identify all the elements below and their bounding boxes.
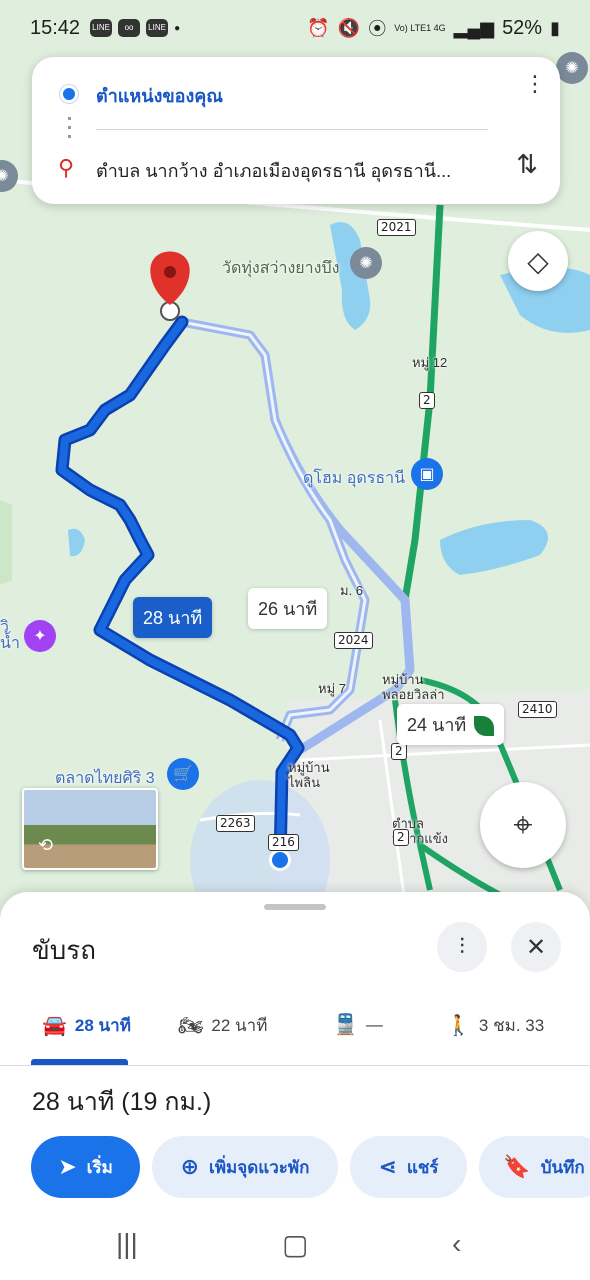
route-tag-alt1[interactable]: 26 นาที <box>248 588 328 629</box>
close-icon: ✕ <box>525 933 547 961</box>
divider <box>96 129 488 130</box>
road-shield: 2 <box>391 743 407 760</box>
road-shield: 2021 <box>377 219 416 236</box>
route-tag-primary[interactable]: 28 นาที <box>133 597 213 638</box>
notification-icons: LINE oo LINE ● <box>90 19 180 37</box>
add-stop-label: เพิ่มจุดแวะพัก <box>209 1157 310 1177</box>
tab-drive-label: 28 นาที <box>74 1016 131 1035</box>
add-stop-icon: ⊕ <box>180 1154 200 1179</box>
bookmark-icon: 🔖 <box>503 1154 531 1179</box>
layers-icon: ◇ <box>527 245 549 277</box>
tab-transit[interactable]: 🚆 — <box>333 1012 383 1037</box>
voicemail-icon: oo <box>118 19 141 37</box>
transit-icon: 🚆 <box>333 1014 358 1036</box>
rotate-360-icon: ⟲ <box>38 835 54 855</box>
location-icon: ⦿ <box>368 19 387 39</box>
navigate-icon: ➤ <box>58 1154 77 1179</box>
map-label-dhome[interactable]: ดูโฮม อุดรธานี <box>303 466 405 491</box>
start-button[interactable]: ➤ เริ่ม <box>31 1136 140 1198</box>
tab-drive[interactable]: 🚘 28 นาที <box>42 1012 131 1039</box>
line-app-icon: LINE <box>146 19 169 37</box>
road-shield: 2 <box>419 392 435 409</box>
motorcycle-icon: 🏍 <box>178 1015 204 1037</box>
share-label: แชร์ <box>406 1157 439 1177</box>
temple-icon[interactable]: ✺ <box>350 247 382 279</box>
drag-handle[interactable] <box>264 904 326 910</box>
shopping-bag-icon[interactable]: ▣ <box>411 458 443 490</box>
close-button[interactable]: ✕ <box>511 922 561 972</box>
road-shield: 216 <box>268 834 299 851</box>
home-button[interactable]: ▢ <box>282 1228 308 1261</box>
line-app-icon: LINE <box>90 19 113 37</box>
car-icon: 🚘 <box>42 1015 67 1037</box>
route-dots <box>68 117 71 143</box>
tab-motorcycle-label: 22 นาที <box>211 1016 268 1035</box>
destination-pin-icon: ⚲ <box>58 155 75 180</box>
back-button[interactable]: ‹ <box>452 1228 461 1260</box>
start-label: เริ่ม <box>86 1157 113 1177</box>
mute-icon: 🔇 <box>337 17 361 38</box>
walk-icon: 🚶 <box>446 1015 471 1037</box>
map-label-moo7: หมู่ 7 <box>318 681 346 696</box>
battery-percent: 52% <box>502 16 543 39</box>
save-button[interactable]: 🔖 บันทึก <box>479 1136 590 1198</box>
cart-icon[interactable]: 🛒 <box>167 758 199 790</box>
route-summary: 28 นาที (19 กม.) <box>32 1088 212 1116</box>
route-tag-alt2-label: 24 นาที <box>407 715 467 735</box>
road-shield: 2410 <box>518 701 557 718</box>
road-shield: 2 <box>393 829 409 846</box>
origin-dot-icon <box>60 85 78 103</box>
more-dot-icon: ● <box>174 22 181 34</box>
map-label-moo12: หมู่ 12 <box>412 355 448 370</box>
status-time: 15:42 <box>30 16 81 39</box>
tab-transit-label: — <box>365 1014 383 1034</box>
map-label-village2: หมู่บ้าน ไพลิน <box>288 760 330 790</box>
network-label: Vo) LTE1 4G <box>394 22 446 33</box>
share-button[interactable]: ⋖ แชร์ <box>350 1136 467 1198</box>
travel-mode-tabs: 🚘 28 นาที 🏍 22 นาที 🚆 — 🚶 3 ชม. 33 <box>0 1002 590 1066</box>
save-label: บันทึก <box>540 1157 585 1177</box>
tune-icon: ⫶ <box>459 934 465 959</box>
crosshair-icon: ⌖ <box>513 805 533 844</box>
destination-field[interactable]: ตำบล นากว้าง อำเภอเมืองอุดรธานี อุดรธานี… <box>96 156 496 185</box>
active-tab-indicator <box>31 1059 128 1065</box>
origin-field[interactable]: ตำแหน่งของคุณ <box>96 81 223 110</box>
tab-motorcycle[interactable]: 🏍 22 นาที <box>178 1012 267 1039</box>
more-options-button[interactable]: ⋮ <box>524 73 546 95</box>
route-options-button[interactable]: ⫶ <box>437 922 487 972</box>
attraction-icon[interactable]: ✦ <box>24 620 56 652</box>
action-buttons: ➤ เริ่ม ⊕ เพิ่มจุดแวะพัก ⋖ แชร์ 🔖 บันทึก <box>0 1136 590 1198</box>
sheet-title: ขับรถ <box>32 935 96 965</box>
recent-apps-button[interactable]: ||| <box>116 1228 138 1260</box>
eco-leaf-icon <box>474 716 495 737</box>
map-label-left-edge: วิ น้ำ <box>0 619 20 652</box>
add-stop-button[interactable]: ⊕ เพิ่มจุดแวะพัก <box>152 1136 338 1198</box>
battery-icon: ▮ <box>550 17 560 38</box>
my-location-button[interactable]: ⌖ <box>480 782 566 868</box>
bottom-sheet[interactable]: ขับรถ ⫶ ✕ 🚘 28 นาที 🏍 22 นาที 🚆 — 🚶 3 ชม… <box>0 892 590 1212</box>
system-nav-bar: ||| ▢ ‹ <box>0 1212 590 1280</box>
map-label-moo6: ม. 6 <box>340 583 364 598</box>
signal-icon: ▂▄▆ <box>453 17 495 38</box>
layers-button[interactable]: ◇ <box>508 231 568 291</box>
route-tag-alt2[interactable]: 24 นาที <box>397 704 505 745</box>
tab-walk[interactable]: 🚶 3 ชม. 33 <box>446 1012 544 1039</box>
temple-icon-top[interactable]: ✺ <box>556 52 588 84</box>
street-view-thumbnail[interactable]: ⟲ <box>22 788 158 870</box>
share-icon: ⋖ <box>378 1154 397 1179</box>
directions-card: ⚲ ตำแหน่งของคุณ ตำบล นากว้าง อำเภอเมืองอ… <box>32 57 560 204</box>
tab-walk-label: 3 ชม. 33 <box>478 1016 545 1035</box>
status-bar: 15:42 LINE oo LINE ● ⏰ 🔇 ⦿ Vo) LTE1 4G ▂… <box>0 0 590 56</box>
swap-button[interactable]: ⇅ <box>516 149 538 180</box>
map-label-temple[interactable]: วัดทุ่งสว่างยางบึง <box>222 256 339 281</box>
road-shield: 2263 <box>216 815 255 832</box>
map-label-village1: หมู่บ้าน พลอยวิลล่า <box>382 672 445 702</box>
alarm-icon: ⏰ <box>307 17 330 38</box>
road-shield: 2024 <box>334 632 373 649</box>
